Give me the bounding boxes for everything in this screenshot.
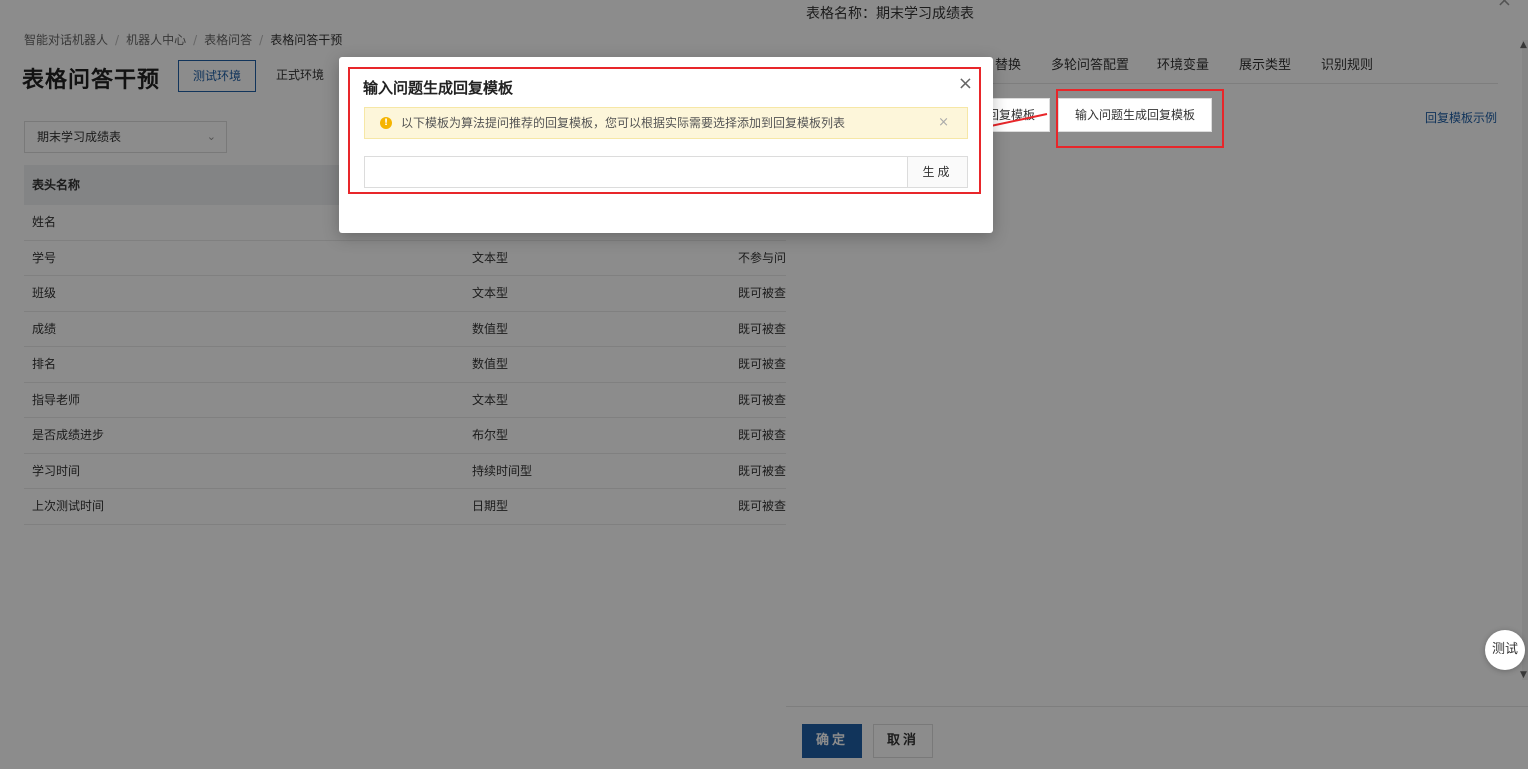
annotation-highlight-box xyxy=(1056,89,1224,148)
test-float-button[interactable]: 测试 xyxy=(1485,630,1525,670)
annotation-highlight-box xyxy=(348,67,981,194)
